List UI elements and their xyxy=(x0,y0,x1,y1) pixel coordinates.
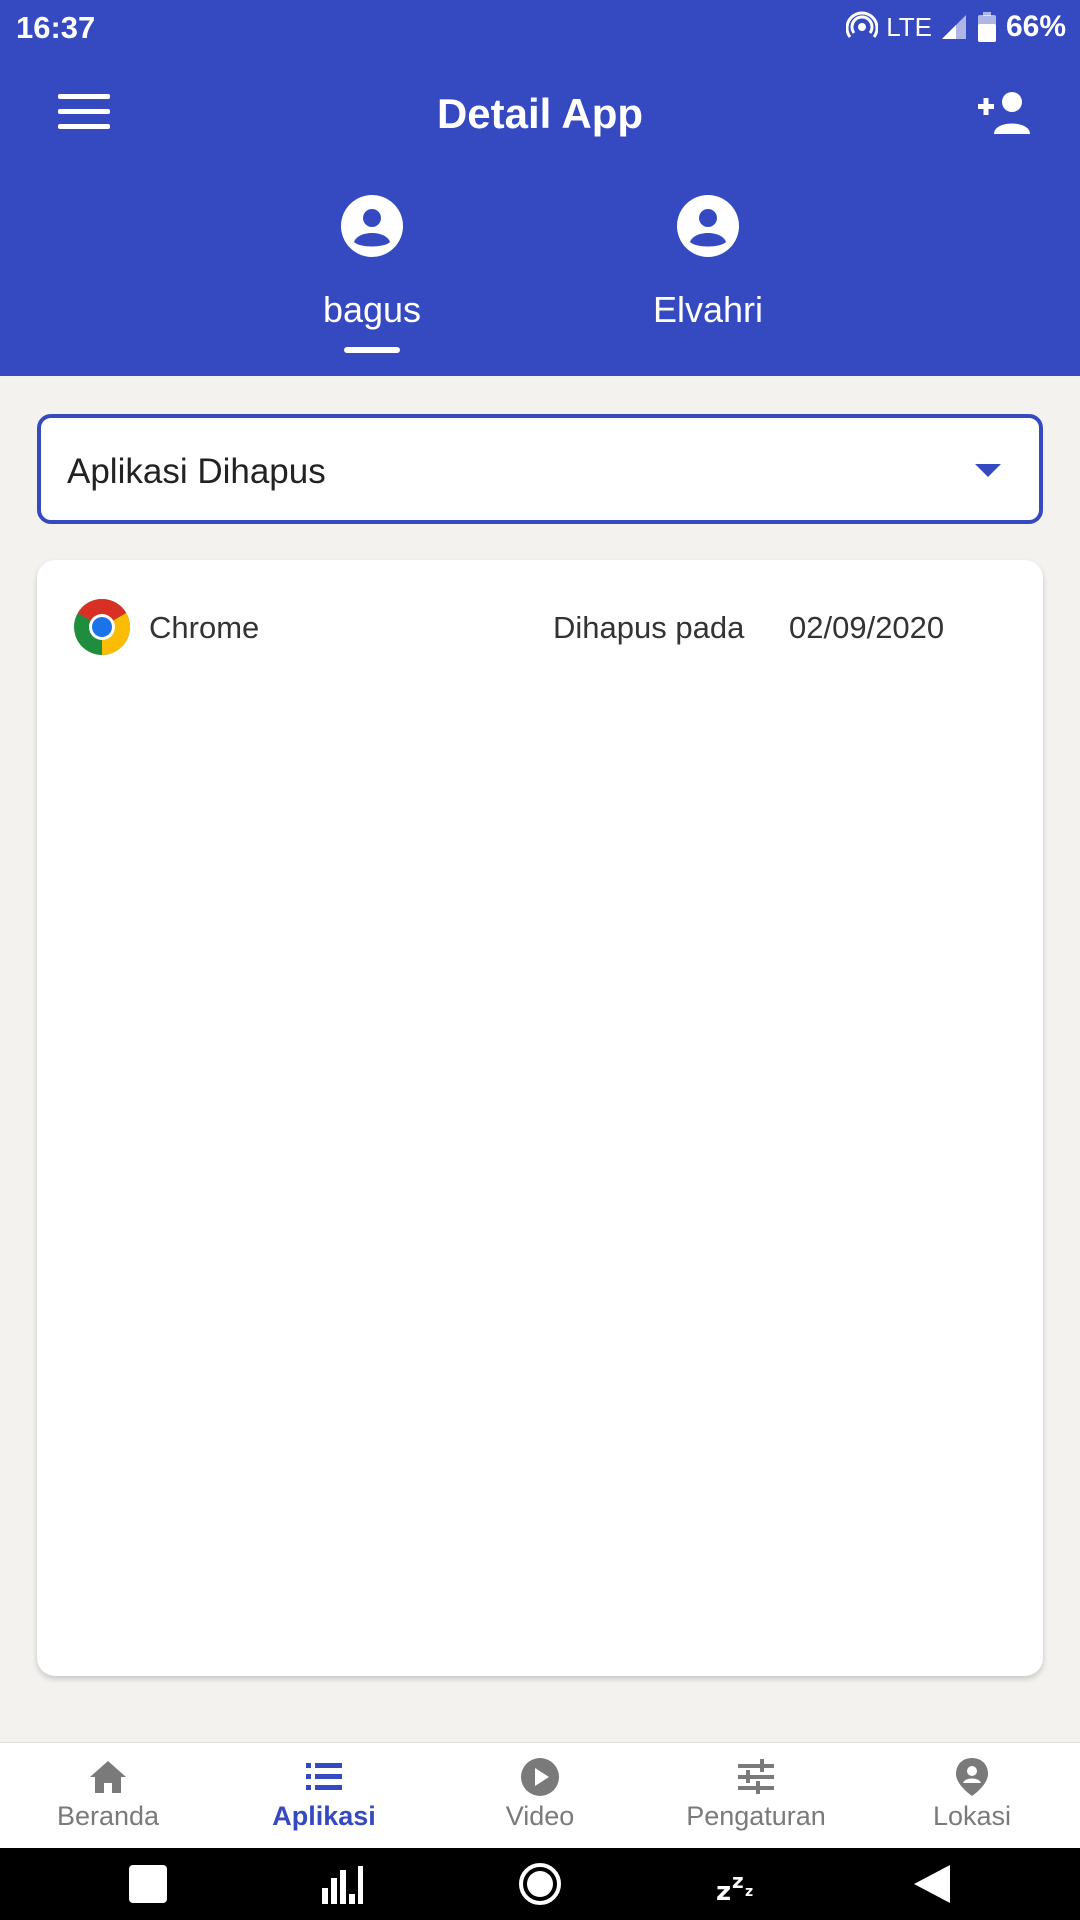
nav-beranda[interactable]: Beranda xyxy=(0,1743,216,1848)
home-icon xyxy=(90,1761,126,1793)
sleep-zzz-icon[interactable]: z z z xyxy=(714,1862,758,1906)
deleted-apps-card: Chrome Dihapus pada 02/09/2020 xyxy=(37,560,1043,1676)
network-type: LTE xyxy=(886,11,932,42)
content-area: Aplikasi Dihapus Chrome Dihapus pada 02/… xyxy=(0,376,1080,1742)
battery-level: 66% xyxy=(1005,10,1066,43)
svg-text:z: z xyxy=(716,1877,731,1906)
bottom-navigation: Beranda Aplikasi Video Pengaturan Lokasi xyxy=(0,1742,1080,1848)
list-icon xyxy=(306,1763,342,1790)
sliders-icon xyxy=(738,1759,774,1794)
profile-tab-bagus[interactable]: bagus xyxy=(272,194,472,353)
home-button-icon[interactable] xyxy=(518,1862,562,1906)
profile-tab-elvahri[interactable]: Elvahri xyxy=(608,194,808,331)
deleted-date: 02/09/2020 xyxy=(789,610,945,645)
status-time: 16:37 xyxy=(16,10,96,45)
svg-text:z: z xyxy=(745,1884,753,1900)
app-bar: Detail App xyxy=(0,56,1080,176)
app-name: Chrome xyxy=(149,610,260,645)
account-circle-icon xyxy=(677,195,739,257)
nav-label: Aplikasi xyxy=(272,1801,376,1831)
nav-label: Video xyxy=(505,1801,575,1831)
nav-video[interactable]: Video xyxy=(432,1743,648,1848)
play-circle-icon xyxy=(521,1758,559,1796)
battery-icon xyxy=(977,12,996,42)
chrome-icon xyxy=(74,598,131,655)
nav-label: Pengaturan xyxy=(686,1801,826,1831)
recent-apps-icon[interactable] xyxy=(126,1862,170,1906)
dropdown-value: Aplikasi Dihapus xyxy=(67,452,326,491)
nav-aplikasi[interactable]: Aplikasi xyxy=(216,1743,432,1848)
nav-lokasi[interactable]: Lokasi xyxy=(864,1743,1080,1848)
status-icons: LTE 66% xyxy=(846,10,1066,44)
nav-label: Lokasi xyxy=(932,1801,1012,1831)
list-item[interactable]: Chrome Dihapus pada 02/09/2020 xyxy=(37,560,1043,696)
person-add-icon[interactable] xyxy=(976,88,1036,138)
profile-tabs: bagus Elvahri xyxy=(0,176,1080,376)
location-pin-icon xyxy=(956,1758,988,1796)
back-icon[interactable] xyxy=(910,1862,954,1906)
hotspot-icon xyxy=(846,11,879,38)
system-navigation-bar: z z z xyxy=(0,1848,1080,1920)
profile-name: bagus xyxy=(322,289,422,330)
app-filter-dropdown[interactable]: Aplikasi Dihapus xyxy=(37,414,1043,524)
signal-icon xyxy=(941,15,966,39)
equalizer-icon[interactable] xyxy=(320,1862,364,1906)
dropdown-arrow-icon xyxy=(975,464,1001,477)
nav-label: Beranda xyxy=(56,1801,160,1831)
deleted-on-label: Dihapus pada xyxy=(553,610,745,645)
account-circle-icon xyxy=(341,195,403,257)
status-bar: 16:37 LTE 66% xyxy=(0,0,1080,56)
page-title: Detail App xyxy=(436,90,644,137)
nav-pengaturan[interactable]: Pengaturan xyxy=(648,1743,864,1848)
profile-name: Elvahri xyxy=(652,289,764,330)
selected-tab-indicator xyxy=(344,347,400,353)
svg-text:z: z xyxy=(732,1869,744,1893)
